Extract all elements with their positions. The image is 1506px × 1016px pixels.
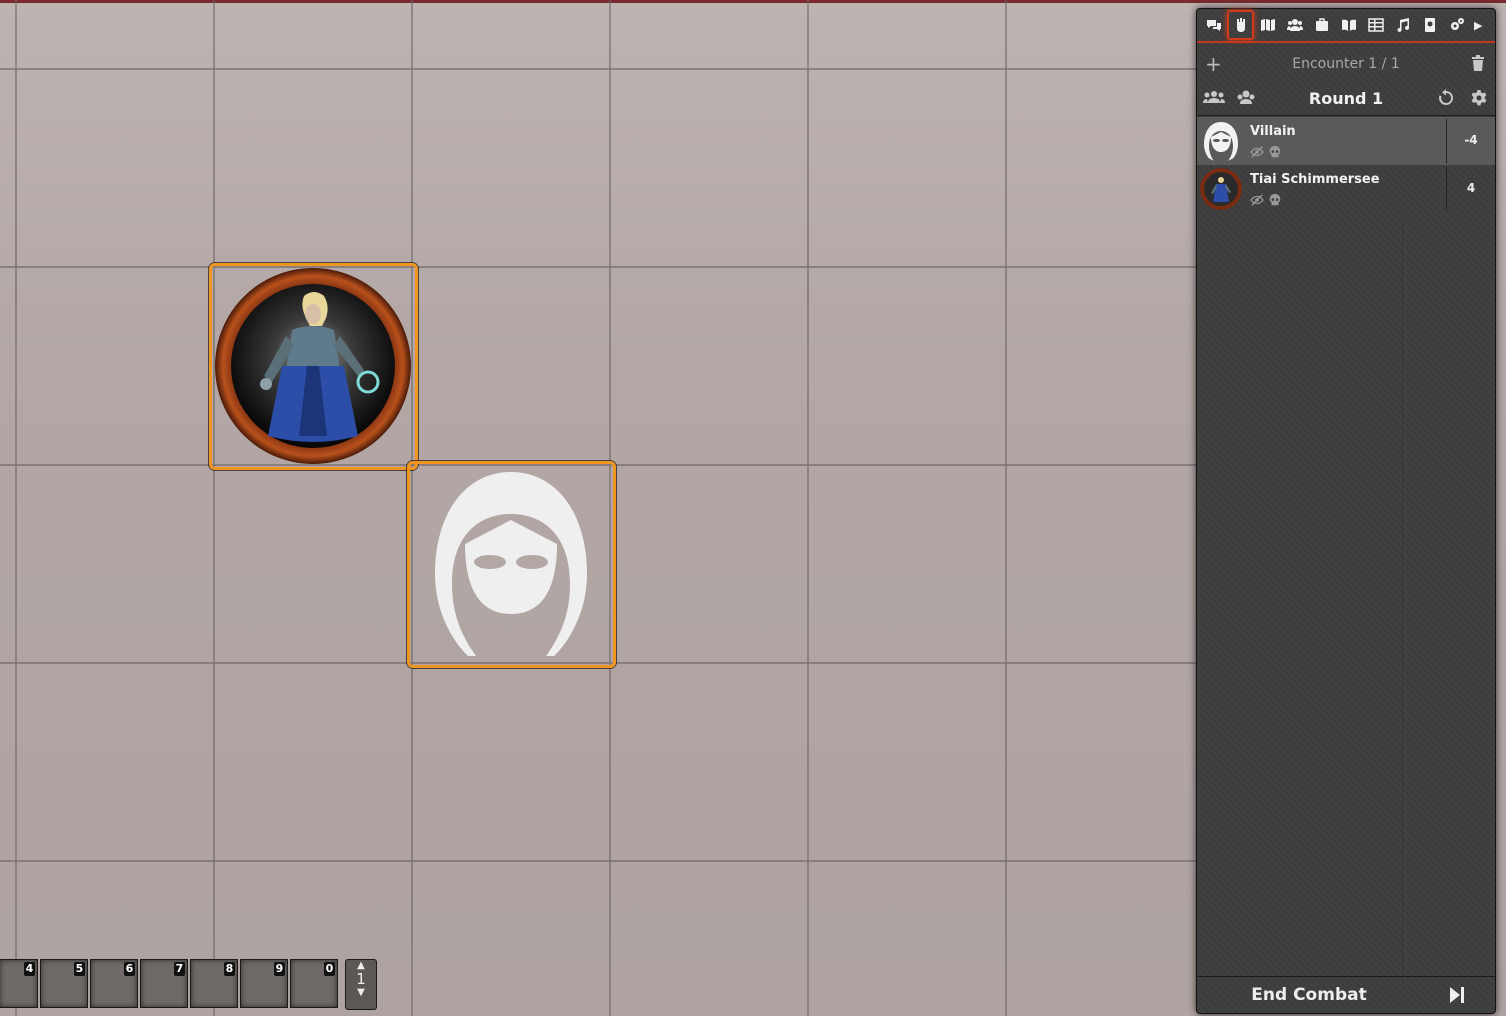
journal-icon[interactable] [1335,10,1362,40]
combatant-row[interactable]: Villain -4 [1197,117,1495,165]
encounter-title: Encounter 1 / 1 [1292,56,1400,72]
combatant-initiative[interactable]: 4 [1447,181,1495,195]
reset-initiative-icon[interactable] [1437,89,1455,111]
macro-slot[interactable]: 8 [190,959,238,1008]
tracker-column-divider [1402,219,1403,985]
hooded-figure-icon [435,472,587,656]
slot-number: 0 [324,962,335,976]
sidebar: ▶ + Encounter 1 / 1 Round 1 Villain -4 T… [1196,8,1496,1014]
macro-slot[interactable]: 6 [90,959,138,1008]
delete-encounter-icon[interactable] [1471,55,1485,75]
sidebar-tabs: ▶ [1197,9,1495,43]
hotbar-page-control: ▲ 1 ▼ [345,959,377,1010]
chat-icon[interactable] [1200,10,1227,40]
items-icon[interactable] [1308,10,1335,40]
slot-number: 9 [274,962,285,976]
macro-slot[interactable]: 5 [40,959,88,1008]
macro-slot[interactable]: 7 [140,959,188,1008]
end-combat-button[interactable]: End Combat [1197,985,1421,1005]
macro-slot[interactable]: 0 [290,959,338,1008]
macro-slot[interactable]: 4 [0,959,38,1008]
visibility-toggle-icon[interactable] [1250,193,1264,207]
combatant-initiative[interactable]: -4 [1447,133,1495,147]
compendium-icon[interactable] [1416,10,1443,40]
scenes-icon[interactable] [1254,10,1281,40]
combatant-avatar [1200,168,1242,210]
token-villain[interactable] [407,461,616,668]
settings-icon[interactable] [1443,10,1470,40]
combatant-controls [1250,145,1282,159]
slot-number: 7 [174,962,185,976]
combat-footer: End Combat [1197,976,1495,1013]
playlists-icon[interactable] [1389,10,1416,40]
defeated-toggle-icon[interactable] [1268,145,1282,159]
defeated-toggle-icon[interactable] [1268,193,1282,207]
slot-number: 4 [24,962,35,976]
macro-hotbar: 4 5 6 7 8 9 0 [0,959,340,1010]
macro-slot[interactable]: 9 [240,959,288,1008]
slot-number: 6 [124,962,135,976]
hero-portrait [215,268,411,464]
next-turn-icon[interactable] [1449,986,1465,1008]
combat-icon[interactable] [1227,10,1254,40]
tables-icon[interactable] [1362,10,1389,40]
collapse-sidebar-icon[interactable]: ▶ [1474,19,1482,32]
round-controls: Round 1 [1197,83,1495,116]
slot-number: 8 [224,962,235,976]
combatant-name: Villain [1250,124,1296,139]
token-tiai-schimmersee[interactable] [209,263,418,470]
hotbar-page-number: 1 [356,970,366,988]
encounter-controls: + Encounter 1 / 1 [1197,51,1495,79]
actors-icon[interactable] [1281,10,1308,40]
combatant-row[interactable]: Tiai Schimmersee 4 [1197,165,1495,213]
page-down-icon[interactable]: ▼ [346,987,376,998]
combat-settings-icon[interactable] [1470,89,1488,111]
combatant-name: Tiai Schimmersee [1250,172,1380,187]
combatant-avatar [1200,120,1242,162]
combatant-controls [1250,193,1282,207]
visibility-toggle-icon[interactable] [1250,145,1264,159]
slot-number: 5 [74,962,85,976]
